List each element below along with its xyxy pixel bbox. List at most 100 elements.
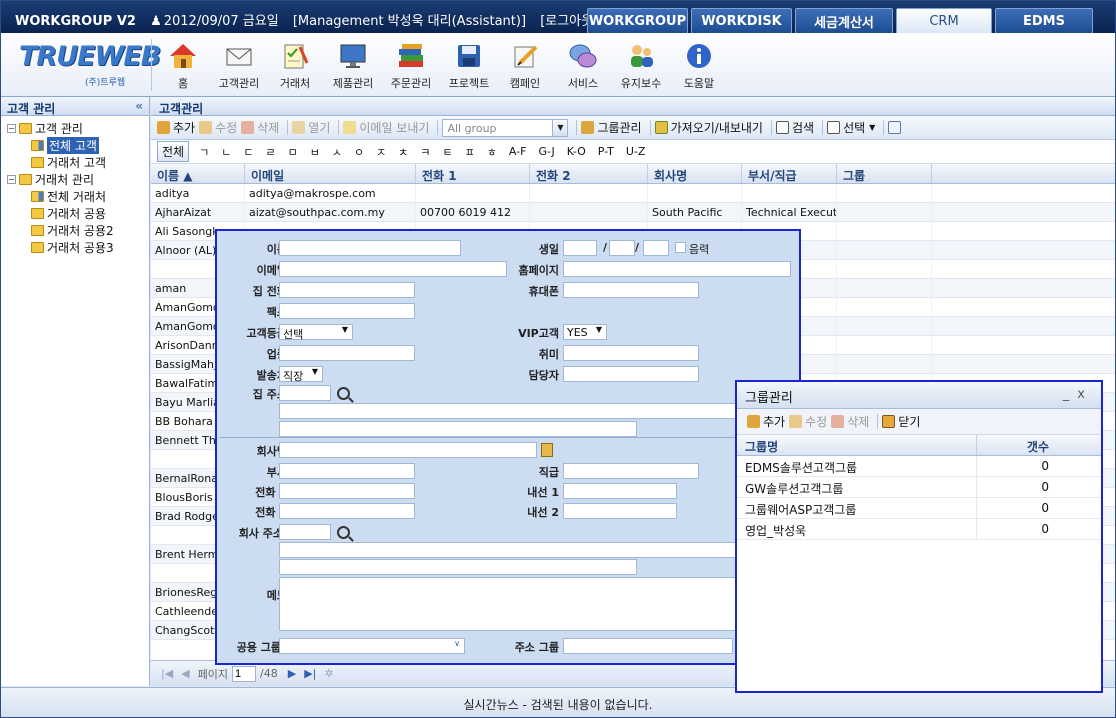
tree-all-accounts[interactable]: 전체 거래처 <box>7 188 149 205</box>
edit-button[interactable]: 수정 <box>199 119 237 136</box>
alpha-filter-15[interactable]: A-F <box>509 145 527 158</box>
homepage-field[interactable] <box>563 261 791 277</box>
birth-year-field[interactable] <box>563 240 597 256</box>
zip-search-icon[interactable] <box>337 387 350 400</box>
ext2-field[interactable] <box>563 503 677 519</box>
group-filter-select[interactable]: All group ▼ <box>442 118 569 137</box>
minus-icon[interactable]: − <box>7 175 16 184</box>
search-button[interactable]: 검색 <box>775 119 814 136</box>
grade-select[interactable]: 선택 ▼ <box>279 324 353 341</box>
minus-icon[interactable]: − <box>7 124 16 133</box>
tree-customer-mgmt[interactable]: − 고객 관리 <box>7 120 149 137</box>
column-header-3[interactable]: 전화 2 <box>530 164 648 183</box>
nav-accounts[interactable]: 거래처 <box>265 41 325 91</box>
nav-service[interactable]: 서비스 <box>553 41 613 91</box>
alpha-filter-7[interactable]: ㅅ <box>332 144 342 160</box>
alpha-filter-1[interactable]: ㄱ <box>199 144 209 160</box>
column-header-0[interactable]: 이름 ▲ <box>151 164 245 183</box>
column-header-4[interactable]: 회사명 <box>648 164 742 183</box>
vip-select[interactable]: YES ▼ <box>563 324 607 340</box>
nav-campaign[interactable]: 캠페인 <box>495 41 555 91</box>
birth-day-field[interactable] <box>643 240 669 256</box>
group-close-button[interactable]: 닫기 <box>882 413 920 430</box>
add-button[interactable]: 추가 <box>157 119 195 136</box>
fax-field[interactable] <box>279 303 415 319</box>
alpha-filter-14[interactable]: ㅎ <box>487 144 497 160</box>
group-edit-button[interactable]: 수정 <box>789 413 827 430</box>
nav-products[interactable]: 제품관리 <box>323 41 383 91</box>
col-group-name[interactable]: 그룹명 <box>737 435 977 455</box>
tree-shared-2[interactable]: 거래처 공용2 <box>7 222 149 239</box>
group-mgmt-button[interactable]: 그룹관리 <box>581 119 642 136</box>
prev-page-icon[interactable]: ◀ <box>181 667 189 680</box>
alpha-filter-0[interactable]: 전체 <box>157 141 190 162</box>
list-item[interactable]: EDMS솔루션고객그룹 0 <box>737 456 1101 477</box>
group-add-button[interactable]: 추가 <box>747 413 785 430</box>
tree-all-customers[interactable]: 전체 고객 <box>7 137 149 154</box>
alpha-filter-17[interactable]: K-O <box>567 145 586 158</box>
next-page-icon[interactable]: ▶ <box>288 667 296 680</box>
manager-field[interactable] <box>563 366 699 382</box>
alpha-filter-11[interactable]: ㅋ <box>420 144 430 160</box>
industry-field[interactable] <box>279 345 415 361</box>
phone2-field[interactable] <box>279 503 415 519</box>
nav-customer[interactable]: 고객관리 <box>209 41 269 91</box>
alpha-filter-5[interactable]: ㅁ <box>288 144 298 160</box>
shared-group-select[interactable]: ∨ <box>279 638 465 654</box>
col-count[interactable]: 갯수 <box>977 435 1057 455</box>
tab-workgroup[interactable]: WORKGROUP <box>587 8 688 33</box>
tab-workdisk[interactable]: WORKDISK <box>691 8 792 33</box>
list-item[interactable]: 영업_박성욱 0 <box>737 519 1101 540</box>
column-header-5[interactable]: 부서/직급 <box>742 164 837 183</box>
company-address-field-1[interactable] <box>279 542 793 558</box>
home-zip-field[interactable] <box>279 385 331 401</box>
alpha-filter-16[interactable]: G-J <box>538 145 554 158</box>
alpha-filter-6[interactable]: ㅂ <box>310 144 320 160</box>
alpha-filter-13[interactable]: ㅍ <box>465 144 475 160</box>
mobile-field[interactable] <box>563 282 699 298</box>
refresh-icon[interactable]: ✲ <box>324 667 333 680</box>
alpha-filter-3[interactable]: ㄷ <box>243 144 253 160</box>
home-address-field-1[interactable] <box>279 403 793 419</box>
ext1-field[interactable] <box>563 483 677 499</box>
minimize-icon[interactable]: _ <box>1063 387 1078 402</box>
alpha-filter-10[interactable]: ㅊ <box>398 144 408 160</box>
tab-tax-invoice[interactable]: 세금계산서 <box>795 8 893 33</box>
address-group-field[interactable] <box>563 638 733 654</box>
memo-field[interactable] <box>279 577 793 631</box>
table-row[interactable]: aditya aditya@makrospe.com <box>151 184 1115 203</box>
tab-crm[interactable]: CRM <box>896 8 992 33</box>
select-menu-button[interactable]: 선택 ▼ <box>827 119 875 136</box>
open-button[interactable]: 열기 <box>292 119 330 136</box>
alpha-filter-18[interactable]: P-T <box>598 145 614 158</box>
nav-maintenance[interactable]: 유지보수 <box>611 41 671 91</box>
dept-field[interactable] <box>279 463 415 479</box>
hobby-field[interactable] <box>563 345 699 361</box>
delete-button[interactable]: 삭제 <box>241 119 279 136</box>
alpha-filter-8[interactable]: ㅇ <box>354 144 364 160</box>
last-page-icon[interactable]: ▶| <box>304 667 316 680</box>
send-to-select[interactable]: 직장 ▼ <box>279 366 323 383</box>
zip-search-icon[interactable] <box>337 526 350 539</box>
alpha-filter-19[interactable]: U-Z <box>626 145 646 158</box>
company-zip-field[interactable] <box>279 524 331 540</box>
alpha-filter-9[interactable]: ㅈ <box>376 144 386 160</box>
company-lookup-icon[interactable] <box>541 443 553 457</box>
list-item[interactable]: GW솔루션고객그룹 0 <box>737 477 1101 498</box>
close-icon[interactable]: x <box>1077 387 1093 402</box>
tree-account-customers[interactable]: 거래처 고객 <box>7 154 149 171</box>
position-field[interactable] <box>563 463 699 479</box>
tree-shared-1[interactable]: 거래처 공용 <box>7 205 149 222</box>
tree-account-mgmt[interactable]: − 거래처 관리 <box>7 171 149 188</box>
tree-shared-3[interactable]: 거래처 공용3 <box>7 239 149 256</box>
nav-help[interactable]: 도움말 <box>669 41 729 91</box>
tab-edms[interactable]: EDMS <box>995 8 1093 33</box>
collapse-button[interactable]: « <box>135 99 143 113</box>
table-row[interactable]: AjharAizat aizat@southpac.com.my 00700 601… <box>151 203 1115 222</box>
company-field[interactable] <box>279 442 537 458</box>
send-email-button[interactable]: 이메일 보내기 <box>343 119 429 136</box>
column-header-6[interactable]: 그룹 <box>837 164 932 183</box>
lunar-checkbox[interactable] <box>675 242 686 253</box>
first-page-icon[interactable]: |◀ <box>161 667 173 680</box>
alpha-filter-2[interactable]: ㄴ <box>221 144 231 160</box>
